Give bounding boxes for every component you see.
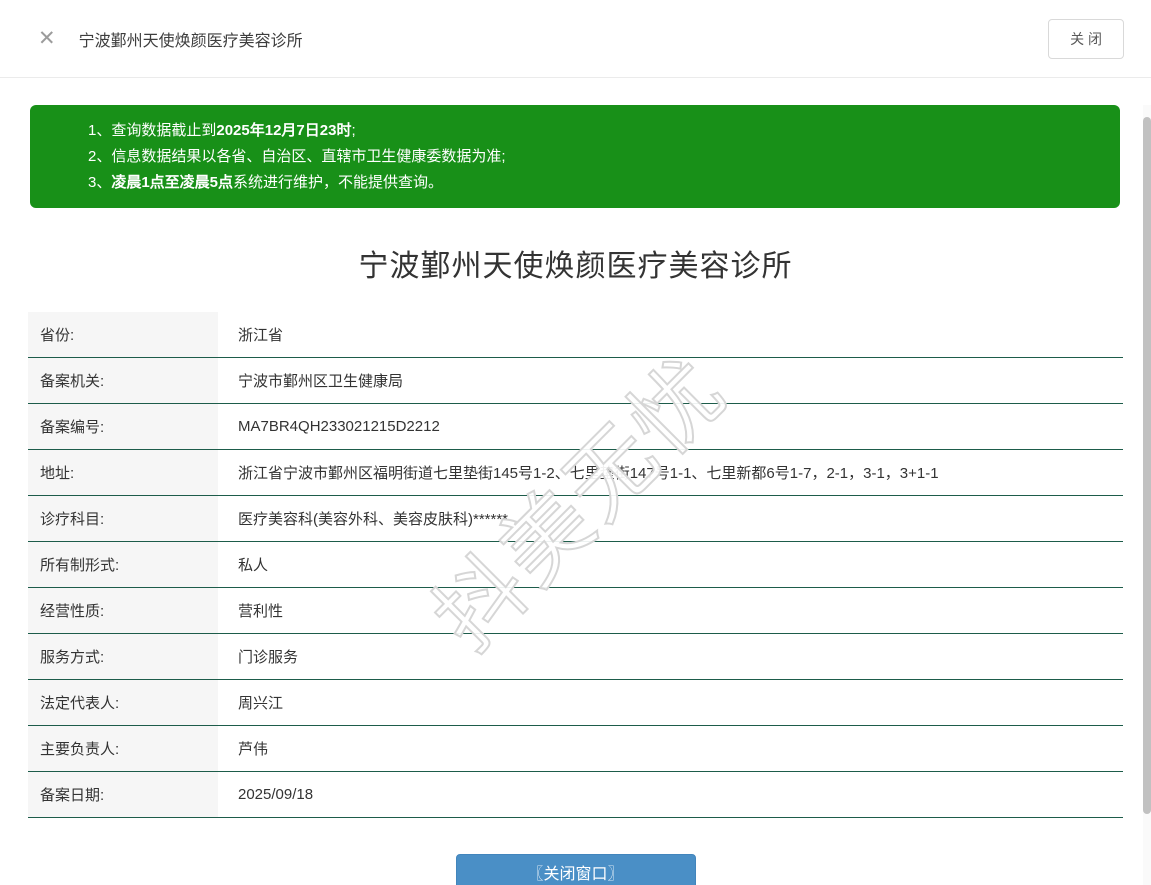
- top-bar: ✕ 宁波鄞州天使焕颜医疗美容诊所 关 闭: [0, 0, 1151, 78]
- notice-line-bold: 凌晨1点至凌晨5点: [111, 174, 233, 191]
- table-row: 备案机关: 宁波市鄞州区卫生健康局: [28, 358, 1123, 404]
- table-row: 诊疗科目: 医疗美容科(美容外科、美容皮肤科)******: [28, 496, 1123, 542]
- row-label: 所有制形式:: [28, 542, 218, 587]
- row-label: 主要负责人:: [28, 726, 218, 771]
- notice-line: 2、信息数据结果以各省、自治区、直辖市卫生健康委数据为准;: [88, 144, 1100, 170]
- table-row: 主要负责人: 芦伟: [28, 726, 1123, 772]
- row-label: 法定代表人:: [28, 680, 218, 725]
- close-button[interactable]: 关 闭: [1048, 19, 1124, 59]
- notice-line-text: 系统进行维护，不能提供查询。: [233, 174, 443, 191]
- notice-line-text: 查询数据截止到: [111, 122, 216, 139]
- row-label: 经营性质:: [28, 588, 218, 633]
- notice-line: 1、查询数据截止到2025年12月7日23时;: [88, 118, 1100, 144]
- footer-button-area: 〖关闭窗口〗: [0, 854, 1151, 885]
- table-row: 备案日期: 2025/09/18: [28, 772, 1123, 818]
- info-table: 省份: 浙江省 备案机关: 宁波市鄞州区卫生健康局 备案编号: MA7BR4QH…: [28, 312, 1123, 818]
- close-x-icon[interactable]: ✕: [38, 28, 56, 49]
- row-label: 地址:: [28, 450, 218, 495]
- row-value: 私人: [218, 542, 1123, 587]
- notice-line-bold: 2025年12月7日23时: [216, 122, 351, 139]
- row-value: 浙江省: [218, 312, 1123, 357]
- row-value: 2025/09/18: [218, 772, 1123, 817]
- table-row: 法定代表人: 周兴江: [28, 680, 1123, 726]
- row-value: 宁波市鄞州区卫生健康局: [218, 358, 1123, 403]
- table-row: 服务方式: 门诊服务: [28, 634, 1123, 680]
- row-value: 营利性: [218, 588, 1123, 633]
- notice-line-text: 信息数据结果以各省、自治区、直辖市卫生健康委数据为准;: [111, 148, 505, 165]
- close-window-button[interactable]: 〖关闭窗口〗: [456, 854, 696, 885]
- row-value: 医疗美容科(美容外科、美容皮肤科)******: [218, 496, 1123, 541]
- row-label: 备案机关:: [28, 358, 218, 403]
- row-value: 芦伟: [218, 726, 1123, 771]
- table-row: 所有制形式: 私人: [28, 542, 1123, 588]
- row-label: 备案日期:: [28, 772, 218, 817]
- content-area: 1、查询数据截止到2025年12月7日23时; 2、信息数据结果以各省、自治区、…: [0, 105, 1151, 885]
- scrollbar-track: [1143, 105, 1151, 885]
- notice-line-number: 1、: [88, 122, 111, 139]
- notice-line-text: ;: [351, 122, 355, 139]
- row-value: 门诊服务: [218, 634, 1123, 679]
- row-label: 备案编号:: [28, 404, 218, 449]
- notice-line: 3、凌晨1点至凌晨5点系统进行维护，不能提供查询。: [88, 170, 1100, 196]
- table-row: 经营性质: 营利性: [28, 588, 1123, 634]
- notice-box: 1、查询数据截止到2025年12月7日23时; 2、信息数据结果以各省、自治区、…: [30, 105, 1120, 208]
- notice-line-number: 3、: [88, 174, 111, 191]
- row-value: 浙江省宁波市鄞州区福明街道七里垫街145号1-2、七里垫街147号1-1、七里新…: [218, 450, 1123, 495]
- row-value: 周兴江: [218, 680, 1123, 725]
- table-row: 地址: 浙江省宁波市鄞州区福明街道七里垫街145号1-2、七里垫街147号1-1…: [28, 450, 1123, 496]
- row-label: 服务方式:: [28, 634, 218, 679]
- row-value: MA7BR4QH233021215D2212: [218, 404, 1123, 449]
- table-row: 省份: 浙江省: [28, 312, 1123, 358]
- page-title: 宁波鄞州天使焕颜医疗美容诊所: [0, 241, 1151, 285]
- window-title: 宁波鄞州天使焕颜医疗美容诊所: [79, 27, 303, 51]
- row-label: 诊疗科目:: [28, 496, 218, 541]
- scrollbar-thumb[interactable]: [1143, 117, 1151, 814]
- row-label: 省份:: [28, 312, 218, 357]
- table-row: 备案编号: MA7BR4QH233021215D2212: [28, 404, 1123, 450]
- notice-line-number: 2、: [88, 148, 111, 165]
